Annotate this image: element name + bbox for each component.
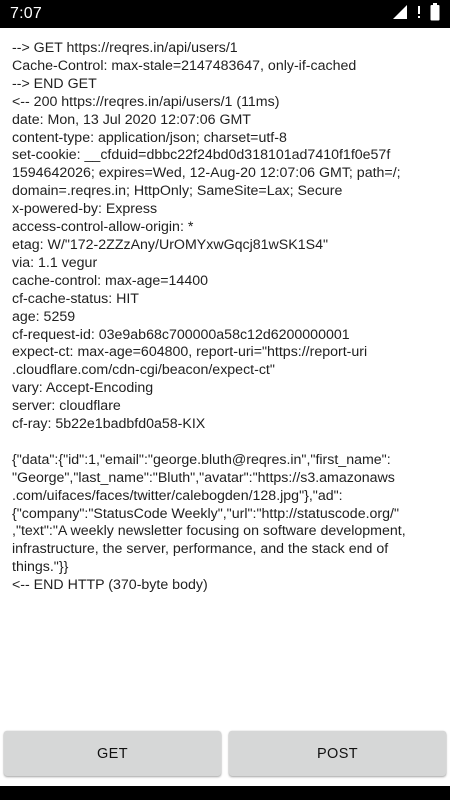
status-time: 7:07	[10, 5, 42, 22]
log-line: server: cloudflare	[12, 398, 121, 415]
status-bar: 7:07	[0, 0, 450, 28]
log-line: cf-cache-status: HIT	[12, 290, 139, 307]
log-line: <-- END HTTP (370-byte body)	[12, 577, 208, 594]
button-bar: GET POST	[0, 700, 450, 800]
log-line: cf-request-id: 03e9ab68c700000a58c12d620…	[12, 326, 350, 343]
log-line: <-- 200 https://reqres.in/api/users/1 (1…	[12, 93, 280, 110]
log-lines: --> GET https://reqres.in/api/users/1 Cac…	[12, 40, 442, 595]
status-icons	[392, 2, 440, 26]
log-line: set-cookie: __cfduid=dbbc22f24bd0d318101…	[12, 147, 391, 164]
http-log-output: --> GET https://reqres.in/api/users/1 Cac…	[12, 40, 442, 690]
log-line: date: Mon, 13 Jul 2020 12:07:06 GMT	[12, 111, 251, 128]
get-button[interactable]: GET	[4, 731, 221, 776]
no-wifi-indicator-icon	[416, 5, 422, 24]
log-line: {"data":{"id":1,"email":"george.bluth@re…	[12, 451, 391, 468]
log-line: via: 1.1 vegur	[12, 254, 98, 271]
log-line: Cache-Control: max-stale=2147483647, onl…	[12, 57, 357, 74]
log-line: x-powered-by: Express	[12, 201, 158, 218]
log-line: .com/uifaces/faces/twitter/calebogden/12…	[12, 487, 343, 504]
log-line: domain=.reqres.in; HttpOnly; SameSite=La…	[12, 183, 343, 200]
log-line: --> END GET	[12, 75, 97, 92]
log-line: --> GET https://reqres.in/api/users/1	[12, 40, 238, 56]
log-line: things."}}	[12, 559, 69, 576]
log-line: content-type: application/json; charset=…	[12, 129, 287, 146]
battery-icon	[430, 2, 440, 26]
log-line: vary: Accept-Encoding	[12, 380, 154, 397]
log-line: cache-control: max-age=14400	[12, 272, 208, 289]
log-line: "George","last_name":"Bluth","avatar":"h…	[12, 469, 395, 486]
log-line: etag: W/"172-2ZZzAny/UrOMYxwGqcj81wSK1S4…	[12, 236, 328, 253]
signal-icon	[392, 4, 408, 25]
log-line: expect-ct: max-age=604800, report-uri="h…	[12, 344, 368, 361]
log-line: infrastructure, the server, performance,…	[12, 541, 389, 558]
log-line: age: 5259	[12, 308, 76, 325]
navigation-bar	[0, 786, 450, 800]
log-line: .cloudflare.com/cdn-cgi/beacon/expect-ct…	[12, 362, 275, 379]
log-line: access-control-allow-origin: *	[12, 219, 194, 236]
log-line: 1594642026; expires=Wed, 12-Aug-20 12:07…	[12, 165, 401, 182]
log-line: {"company":"StatusCode Weekly","url":"ht…	[12, 505, 400, 522]
post-button[interactable]: POST	[229, 731, 446, 776]
log-line: ,"text":"A weekly newsletter focusing on…	[12, 523, 406, 540]
log-line: cf-ray: 5b22e1badbfd0a58-KIX	[12, 416, 206, 433]
